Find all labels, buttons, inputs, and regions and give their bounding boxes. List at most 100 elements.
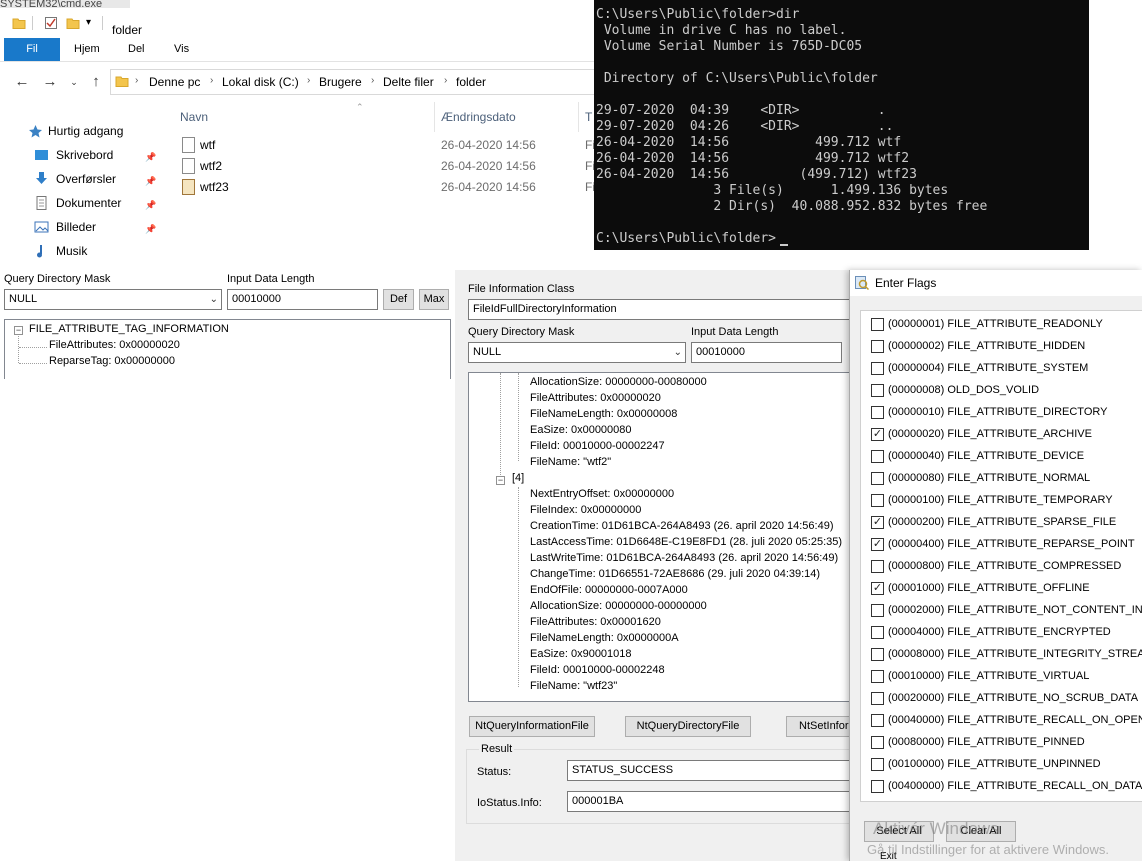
flag-checkbox-row[interactable]: (00004000) FILE_ATTRIBUTE_ENCRYPTED (871, 624, 1142, 642)
query-mask-combo[interactable]: NULL ⌄ (4, 289, 222, 310)
max-button[interactable]: Max (419, 289, 449, 310)
tree-node[interactable]: FileAttributes: 0x00000020 (530, 392, 661, 404)
flag-checkbox-row[interactable]: (00000800) FILE_ATTRIBUTE_COMPRESSED (871, 558, 1142, 576)
checkbox-unchecked[interactable] (871, 472, 884, 485)
nt-query-information-file-button[interactable]: NtQueryInformationFile (469, 716, 595, 737)
flags-list[interactable]: (00000001) FILE_ATTRIBUTE_READONLY (00000… (860, 310, 1142, 802)
flag-checkbox-row[interactable]: ✓ (00000020) FILE_ATTRIBUTE_ARCHIVE (871, 426, 1142, 444)
checkbox-unchecked[interactable] (871, 670, 884, 683)
flag-checkbox-row[interactable]: (00000008) OLD_DOS_VOLID (871, 382, 1142, 400)
flag-checkbox-row[interactable]: (00100000) FILE_ATTRIBUTE_UNPINNED (871, 756, 1142, 774)
checkbox-unchecked[interactable] (871, 340, 884, 353)
new-folder-icon[interactable] (66, 16, 80, 30)
address-bar[interactable]: › Denne pc › Lokal disk (C:) › Brugere ›… (110, 69, 600, 95)
up-arrow-icon[interactable]: ↑ (86, 72, 106, 92)
tree-node[interactable]: ReparseTag: 0x00000000 (49, 355, 175, 367)
breadcrumb-item[interactable]: Lokal disk (C:) (222, 75, 299, 89)
checkbox-checked[interactable]: ✓ (871, 516, 884, 529)
tab-fil[interactable]: Fil (4, 38, 60, 61)
tree-node[interactable]: LastAccessTime: 01D6648E-C19E8FD1 (28. j… (530, 536, 842, 548)
breadcrumb-item[interactable]: Denne pc (149, 75, 200, 89)
input-length-field[interactable]: 00010000 (227, 289, 378, 310)
collapse-icon[interactable]: − (14, 326, 23, 335)
column-header-name[interactable]: Navn (180, 110, 208, 124)
flag-checkbox-row[interactable]: (00000100) FILE_ATTRIBUTE_TEMPORARY (871, 492, 1142, 510)
flag-checkbox-row[interactable]: ✓ (00000400) FILE_ATTRIBUTE_REPARSE_POINT (871, 536, 1142, 554)
flag-checkbox-row[interactable]: ✓ (00000200) FILE_ATTRIBUTE_SPARSE_FILE (871, 514, 1142, 532)
pin-icon[interactable]: 📌 (145, 176, 156, 187)
tree-node[interactable]: FileNameLength: 0x00000008 (530, 408, 677, 420)
tree-node[interactable]: FileId: 00010000-00002248 (530, 664, 665, 676)
tree-node[interactable]: EaSize: 0x00000080 (530, 424, 632, 436)
forward-arrow-icon[interactable]: → (40, 72, 60, 92)
iostatus-field[interactable]: 000001BA (567, 791, 857, 812)
tab-hjem[interactable]: Hjem (62, 38, 112, 61)
checkbox-unchecked[interactable] (871, 604, 884, 617)
collapse-icon[interactable]: − (496, 476, 505, 485)
tree-node[interactable]: LastWriteTime: 01D61BCA-264A8493 (26. ap… (530, 552, 838, 564)
checkbox-unchecked[interactable] (871, 494, 884, 507)
customize-toolbar-icon[interactable]: ▾ (86, 16, 100, 30)
pin-icon[interactable]: 📌 (145, 152, 156, 163)
flag-checkbox-row[interactable]: (00000080) FILE_ATTRIBUTE_NORMAL (871, 470, 1142, 488)
query-mask-combo[interactable]: NULL ⌄ (468, 342, 686, 363)
checkbox-unchecked[interactable] (871, 648, 884, 661)
checkbox-unchecked[interactable] (871, 560, 884, 573)
properties-icon[interactable] (44, 16, 58, 30)
tree-node[interactable]: FileIndex: 0x00000000 (530, 504, 641, 516)
input-length-field[interactable]: 00010000 (691, 342, 842, 363)
result-tree[interactable]: − FILE_ATTRIBUTE_TAG_INFORMATION FileAtt… (4, 319, 451, 379)
nt-query-directory-file-button[interactable]: NtQueryDirectoryFile (625, 716, 751, 737)
column-divider[interactable] (434, 102, 435, 132)
tree-node[interactable]: FileAttributes: 0x00001620 (530, 616, 661, 628)
flag-checkbox-row[interactable]: (00020000) FILE_ATTRIBUTE_NO_SCRUB_DATA (871, 690, 1142, 708)
file-row[interactable]: wtf2 26-04-2020 14:56 Fi (180, 156, 600, 176)
tree-node[interactable]: NextEntryOffset: 0x00000000 (530, 488, 674, 500)
dialog-titlebar[interactable]: Enter Flags (850, 270, 1142, 296)
tree-node[interactable]: FileName: "wtf2" (530, 456, 611, 468)
checkbox-unchecked[interactable] (871, 780, 884, 793)
def-button[interactable]: Def (383, 289, 414, 310)
column-header-date[interactable]: Ændringsdato (441, 110, 516, 124)
tab-vis[interactable]: Vis (162, 38, 201, 61)
flag-checkbox-row[interactable]: (00000002) FILE_ATTRIBUTE_HIDDEN (871, 338, 1142, 356)
checkbox-unchecked[interactable] (871, 318, 884, 331)
flag-checkbox-row[interactable]: (00000001) FILE_ATTRIBUTE_READONLY (871, 316, 1142, 334)
flag-checkbox-row[interactable]: (00000010) FILE_ATTRIBUTE_DIRECTORY (871, 404, 1142, 422)
checkbox-unchecked[interactable] (871, 736, 884, 749)
file-row[interactable]: wtf 26-04-2020 14:56 Fi (180, 135, 600, 155)
tree-node[interactable]: ChangeTime: 01D66551-72AE8686 (29. juli … (530, 568, 820, 580)
cmd-window[interactable]: C:\Users\Public\folder>dir Volume in dri… (594, 0, 1089, 250)
checkbox-checked[interactable]: ✓ (871, 428, 884, 441)
tree-node[interactable]: AllocationSize: 00000000-00080000 (530, 376, 707, 388)
flag-checkbox-row[interactable]: (00000004) FILE_ATTRIBUTE_SYSTEM (871, 360, 1142, 378)
info-class-combo[interactable]: FileIdFullDirectoryInformation (468, 299, 858, 320)
pin-icon[interactable]: 📌 (145, 224, 156, 235)
file-row[interactable]: wtf23 26-04-2020 14:56 Fi (180, 177, 600, 197)
checkbox-checked[interactable]: ✓ (871, 582, 884, 595)
tree-node[interactable]: FileAttributes: 0x00000020 (49, 339, 180, 351)
back-arrow-icon[interactable]: ← (12, 72, 32, 92)
checkbox-unchecked[interactable] (871, 384, 884, 397)
status-field[interactable]: STATUS_SUCCESS (567, 760, 857, 781)
tree-node[interactable]: EaSize: 0x90001018 (530, 648, 632, 660)
flag-checkbox-row[interactable]: (00080000) FILE_ATTRIBUTE_PINNED (871, 734, 1142, 752)
breadcrumb-item[interactable]: Delte filer (383, 75, 434, 89)
directory-result-tree[interactable]: AllocationSize: 00000000-00080000 FileAt… (468, 372, 858, 702)
checkbox-unchecked[interactable] (871, 714, 884, 727)
flag-checkbox-row[interactable]: (00008000) FILE_ATTRIBUTE_INTEGRITY_STRE… (871, 646, 1142, 664)
checkbox-unchecked[interactable] (871, 692, 884, 705)
checkbox-unchecked[interactable] (871, 450, 884, 463)
tree-node[interactable]: AllocationSize: 00000000-00000000 (530, 600, 707, 612)
column-divider[interactable] (578, 102, 579, 132)
flag-checkbox-row[interactable]: (00040000) FILE_ATTRIBUTE_RECALL_ON_OPEN (871, 712, 1142, 730)
recent-chevron-icon[interactable]: ⌄ (64, 72, 84, 92)
checkbox-unchecked[interactable] (871, 406, 884, 419)
flag-checkbox-row[interactable]: (00000040) FILE_ATTRIBUTE_DEVICE (871, 448, 1142, 466)
breadcrumb-item[interactable]: Brugere (319, 75, 362, 89)
tree-node[interactable]: EndOfFile: 00000000-0007A000 (530, 584, 688, 596)
pin-icon[interactable]: 📌 (145, 200, 156, 211)
tab-del[interactable]: Del (116, 38, 157, 61)
tree-node[interactable]: FileId: 00010000-00002247 (530, 440, 665, 452)
flag-checkbox-row[interactable]: (00010000) FILE_ATTRIBUTE_VIRTUAL (871, 668, 1142, 686)
